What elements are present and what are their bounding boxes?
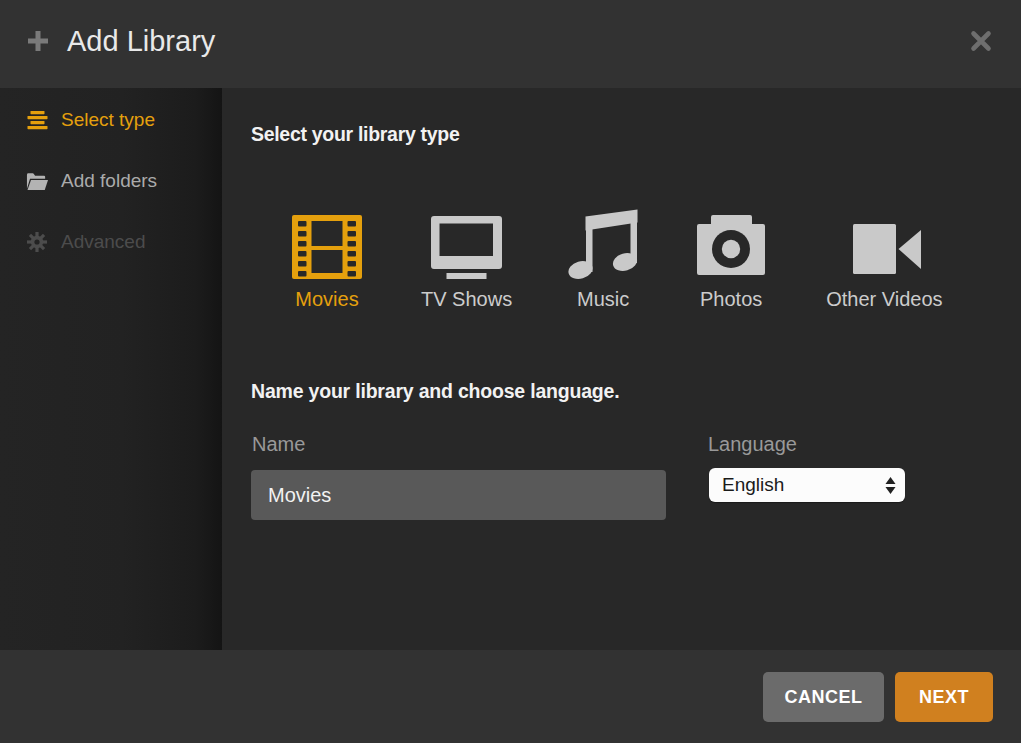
- close-icon: [970, 30, 992, 52]
- close-button[interactable]: [959, 19, 1003, 63]
- library-type-movies[interactable]: Movies: [292, 210, 362, 311]
- library-type-label: Music: [577, 288, 629, 311]
- film-icon: [292, 210, 362, 279]
- library-type-label: Photos: [700, 288, 762, 311]
- dialog-footer: CANCEL NEXT: [0, 650, 1021, 743]
- folder-icon: [26, 172, 48, 191]
- plus-icon: [26, 29, 50, 53]
- library-type-photos[interactable]: Photos: [697, 210, 765, 311]
- sidebar-item-label: Advanced: [61, 231, 146, 253]
- library-type-other-videos[interactable]: Other Videos: [826, 210, 942, 311]
- steps-sidebar: Select type Add folders: [0, 88, 222, 650]
- language-select-value: English: [722, 474, 784, 496]
- camera-icon: [697, 210, 765, 279]
- video-camera-icon: [846, 210, 923, 279]
- library-type-row: Movies TV Shows: [292, 210, 943, 311]
- music-note-icon: [568, 210, 638, 279]
- library-type-heading: Select your library type: [251, 123, 459, 146]
- add-library-dialog: Add Library Select type: [0, 0, 1021, 743]
- cancel-button[interactable]: CANCEL: [763, 672, 884, 722]
- library-type-label: TV Shows: [421, 288, 512, 311]
- sidebar-item-label: Add folders: [61, 170, 157, 192]
- sidebar-item-label: Select type: [61, 109, 155, 131]
- library-name-input[interactable]: [251, 470, 666, 520]
- dialog-header: Add Library: [0, 0, 1021, 88]
- next-button[interactable]: NEXT: [895, 672, 993, 722]
- dialog-title: Add Library: [67, 25, 215, 58]
- gear-icon: [26, 232, 48, 252]
- tv-icon: [431, 210, 502, 279]
- form-heading: Name your library and choose language.: [251, 380, 619, 403]
- main-panel: Select your library type: [222, 88, 1021, 650]
- language-select[interactable]: English: [709, 468, 905, 502]
- lines-icon: [26, 110, 48, 131]
- library-type-label: Movies: [295, 288, 358, 311]
- name-field-label: Name: [252, 433, 305, 456]
- library-type-music[interactable]: Music: [568, 210, 638, 311]
- library-type-label: Other Videos: [826, 288, 942, 311]
- select-stepper-icon: [885, 468, 896, 502]
- library-type-tv-shows[interactable]: TV Shows: [421, 210, 512, 311]
- language-field-label: Language: [708, 433, 797, 456]
